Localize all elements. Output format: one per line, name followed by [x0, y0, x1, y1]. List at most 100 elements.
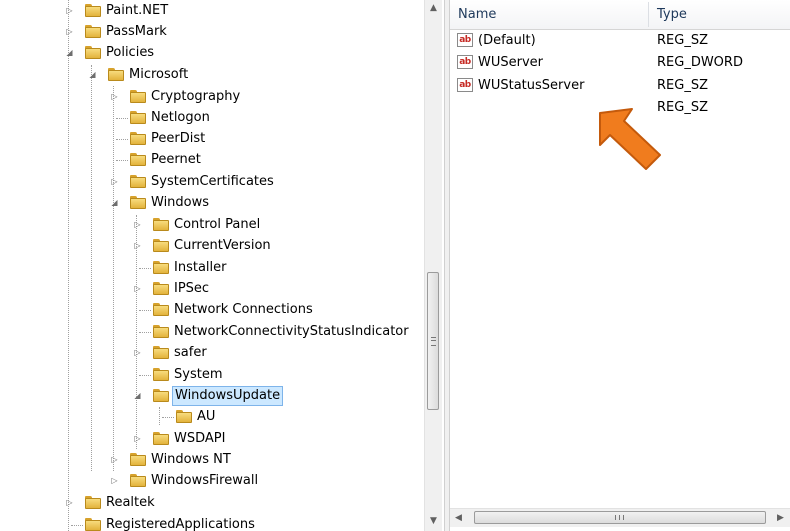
- tree-guide-line: [91, 65, 92, 471]
- arrow-annotation-icon: [599, 108, 661, 170]
- grip-icon: [615, 515, 624, 520]
- scroll-left-button[interactable]: ◀: [450, 509, 467, 527]
- expand-arrow-icon[interactable]: ▷: [110, 92, 119, 101]
- tree-node-label[interactable]: AU: [195, 407, 217, 427]
- tree-connector: [116, 118, 128, 119]
- tree-guide-line: [159, 407, 160, 425]
- tree-node-label[interactable]: safer: [172, 343, 209, 363]
- list-horizontal-scrollbar[interactable]: ◀ ▶: [450, 508, 790, 527]
- folder-icon: [153, 346, 169, 359]
- tree-connector: [139, 375, 151, 376]
- tree-node-label[interactable]: PassMark: [104, 22, 169, 42]
- tree-node-label[interactable]: Paint.NET: [104, 1, 170, 21]
- expand-arrow-icon[interactable]: ▷: [133, 434, 142, 443]
- folder-icon: [130, 132, 146, 145]
- value-type: REG_SZ: [657, 33, 708, 48]
- tree-node-label[interactable]: Installer: [172, 258, 228, 278]
- scroll-thumb[interactable]: [427, 272, 439, 410]
- expand-arrow-icon[interactable]: ▷: [133, 241, 142, 250]
- scroll-up-button[interactable]: ▲: [425, 0, 442, 17]
- tree-connector: [116, 139, 128, 140]
- scroll-down-button[interactable]: ▼: [425, 513, 442, 530]
- tree-node-label[interactable]: Microsoft: [127, 65, 190, 85]
- tree-node-label[interactable]: Control Panel: [172, 215, 262, 235]
- value-type: REG_DWORD: [657, 55, 743, 70]
- tree-node-label[interactable]: Peernet: [149, 150, 203, 170]
- tree-connector: [139, 332, 151, 333]
- value-type: REG_SZ: [657, 78, 708, 93]
- collapse-arrow-icon[interactable]: ◢: [65, 48, 74, 57]
- expand-arrow-icon[interactable]: ▷: [110, 476, 119, 485]
- registry-value-row[interactable]: ab (Default) REG_SZ: [450, 30, 790, 52]
- expand-arrow-icon[interactable]: ▷: [65, 27, 74, 36]
- tree-node-label[interactable]: Network Connections: [172, 300, 315, 320]
- string-value-icon: ab: [457, 55, 473, 69]
- collapse-arrow-icon[interactable]: ◢: [110, 198, 119, 207]
- tree-node-label[interactable]: SystemCertificates: [149, 172, 276, 192]
- tree-node-label[interactable]: Cryptography: [149, 87, 242, 107]
- folder-icon: [130, 196, 146, 209]
- expand-arrow-icon[interactable]: ▷: [110, 177, 119, 186]
- expand-arrow-icon[interactable]: ▷: [133, 220, 142, 229]
- folder-icon: [130, 474, 146, 487]
- tree-node-label[interactable]: WindowsFirewall: [149, 471, 260, 491]
- tree-connector: [162, 417, 174, 418]
- registry-key-tree[interactable]: ▷ Paint.NET ▷ PassMark ◢ Policies ◢ Microsoft ▷ C…: [0, 0, 444, 531]
- tree-node-label-selected[interactable]: WindowsUpdate: [172, 386, 284, 406]
- expand-arrow-icon[interactable]: ▷: [133, 284, 142, 293]
- expand-arrow-icon[interactable]: ▷: [133, 348, 142, 357]
- registry-value-row[interactable]: ab WUServer REG_DWORD: [450, 52, 790, 74]
- scroll-right-button[interactable]: ▶: [772, 509, 789, 527]
- column-header-type[interactable]: Type: [649, 0, 790, 29]
- tree-node-label[interactable]: CurrentVersion: [172, 236, 273, 256]
- registry-value-row[interactable]: ab WUStatusServer REG_SZ: [450, 75, 790, 97]
- list-header: Name Type: [450, 0, 790, 30]
- tree-node-label[interactable]: Realtek: [104, 493, 157, 513]
- tree-connector: [116, 160, 128, 161]
- value-name: (Default): [478, 33, 536, 48]
- tree-node-label[interactable]: Policies: [104, 43, 156, 63]
- tree-node-label[interactable]: Windows: [149, 193, 211, 213]
- folder-icon: [85, 46, 101, 59]
- value-name: WUServer: [478, 55, 543, 70]
- tree-node-label[interactable]: NetworkConnectivityStatusIndicator: [172, 322, 411, 342]
- column-header-name[interactable]: Name: [450, 0, 648, 29]
- expand-arrow-icon[interactable]: ▷: [65, 6, 74, 15]
- folder-icon: [153, 282, 169, 295]
- folder-icon: [153, 325, 169, 338]
- folder-icon: [130, 153, 146, 166]
- tree-node-label[interactable]: PeerDist: [149, 129, 207, 149]
- folder-icon: [85, 496, 101, 509]
- registry-values-list[interactable]: Name Type ab (Default) REG_SZ ab WUServe…: [450, 0, 790, 531]
- tree-guide-line: [136, 215, 137, 449]
- tree-connector: [139, 310, 151, 311]
- grip-icon: [431, 337, 436, 346]
- tree-vertical-scrollbar[interactable]: ▲ ▼: [424, 0, 442, 531]
- folder-icon: [85, 4, 101, 17]
- folder-icon: [176, 410, 192, 423]
- folder-icon: [130, 175, 146, 188]
- folder-icon: [85, 518, 101, 531]
- folder-icon: [108, 68, 124, 81]
- tree-node-label[interactable]: RegisteredApplications: [104, 515, 257, 531]
- folder-icon: [153, 303, 169, 316]
- tree-connector: [139, 268, 151, 269]
- tree-node-label[interactable]: Windows NT: [149, 450, 233, 470]
- string-value-icon: ab: [457, 33, 473, 47]
- value-name: WUStatusServer: [478, 78, 585, 93]
- collapse-arrow-icon[interactable]: ◢: [133, 391, 142, 400]
- tree-guide-line: [68, 0, 69, 531]
- folder-icon: [85, 25, 101, 38]
- string-value-icon: ab: [457, 78, 473, 92]
- tree-connector: [71, 525, 83, 526]
- collapse-arrow-icon[interactable]: ◢: [88, 70, 97, 79]
- expand-arrow-icon[interactable]: ▷: [65, 498, 74, 507]
- tree-node-label[interactable]: WSDAPI: [172, 429, 227, 449]
- expand-arrow-icon[interactable]: ▷: [110, 455, 119, 464]
- folder-icon: [130, 453, 146, 466]
- tree-node-label[interactable]: Netlogon: [149, 108, 212, 128]
- tree-node-label[interactable]: System: [172, 365, 224, 385]
- tree-node-label[interactable]: IPSec: [172, 279, 211, 299]
- scroll-thumb[interactable]: [474, 511, 766, 524]
- folder-icon: [153, 368, 169, 381]
